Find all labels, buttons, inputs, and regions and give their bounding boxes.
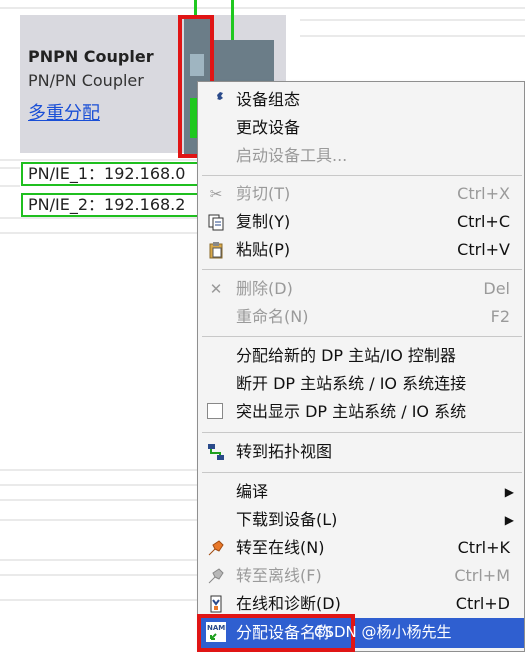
submenu-arrow-icon: ▶ xyxy=(504,513,514,527)
network-line xyxy=(231,0,234,40)
delete-icon: ✕ xyxy=(209,280,223,298)
wrench-icon xyxy=(206,91,226,109)
go-online-icon xyxy=(206,539,226,557)
menu-item-download[interactable]: 下载到设备(L) ▶ xyxy=(198,506,524,534)
menu-item-cut[interactable]: ✂ 剪切(T) Ctrl+X xyxy=(198,180,524,208)
menu-item-topology-view[interactable]: 转到拓扑视图 xyxy=(198,438,524,466)
multi-assign-link[interactable]: 多重分配 xyxy=(28,99,100,125)
menu-separator xyxy=(202,269,522,270)
menu-item-change-device[interactable]: 更改设备 xyxy=(198,114,524,142)
menu-item-device-config[interactable]: 设备组态 xyxy=(198,86,524,114)
ie-label-1[interactable]: PN/IE_1：192.168.0 xyxy=(21,162,211,186)
watermark: CSDN @杨小杨先生 xyxy=(314,623,452,641)
menu-item-disconnect-master[interactable]: 断开 DP 主站系统 / IO 系统连接 xyxy=(198,370,524,398)
submenu-arrow-icon: ▶ xyxy=(504,485,514,499)
menu-item-rename[interactable]: 重命名(N) F2 xyxy=(198,303,524,331)
menu-separator xyxy=(202,472,522,473)
menu-item-assign-master[interactable]: 分配给新的 DP 主站/IO 控制器 xyxy=(198,342,524,370)
menu-item-start-tool[interactable]: 启动设备工具... xyxy=(198,142,524,170)
diagnostics-icon xyxy=(206,595,226,613)
menu-separator xyxy=(202,175,522,176)
topology-icon xyxy=(206,443,226,461)
menu-item-paste[interactable]: 粘贴(P) Ctrl+V xyxy=(198,236,524,264)
paste-icon xyxy=(206,241,226,259)
menu-item-go-offline[interactable]: 转至离线(F) Ctrl+M xyxy=(198,562,524,590)
go-offline-icon xyxy=(206,567,226,585)
menu-item-compile[interactable]: 编译 ▶ xyxy=(198,478,524,506)
menu-item-delete[interactable]: ✕ 删除(D) Del xyxy=(198,275,524,303)
context-menu: 设备组态 更改设备 启动设备工具... ✂ 剪切(T) Ctrl+X 复制(Y)… xyxy=(197,81,525,652)
copy-icon xyxy=(206,213,226,231)
menu-separator xyxy=(202,336,522,337)
checkbox[interactable] xyxy=(207,403,223,419)
device-subtitle: PN/PN Coupler xyxy=(28,71,144,90)
ie-label-2[interactable]: PN/IE_2：192.168.2 xyxy=(21,193,211,217)
menu-separator xyxy=(202,432,522,433)
menu-item-go-online[interactable]: 转至在线(N) Ctrl+K xyxy=(198,534,524,562)
menu-item-copy[interactable]: 复制(Y) Ctrl+C xyxy=(198,208,524,236)
scissors-icon: ✂ xyxy=(209,185,223,203)
device-title: PNPN Coupler xyxy=(28,47,154,66)
menu-item-highlight-master[interactable]: 突出显示 DP 主站系统 / IO 系统 xyxy=(198,398,524,426)
